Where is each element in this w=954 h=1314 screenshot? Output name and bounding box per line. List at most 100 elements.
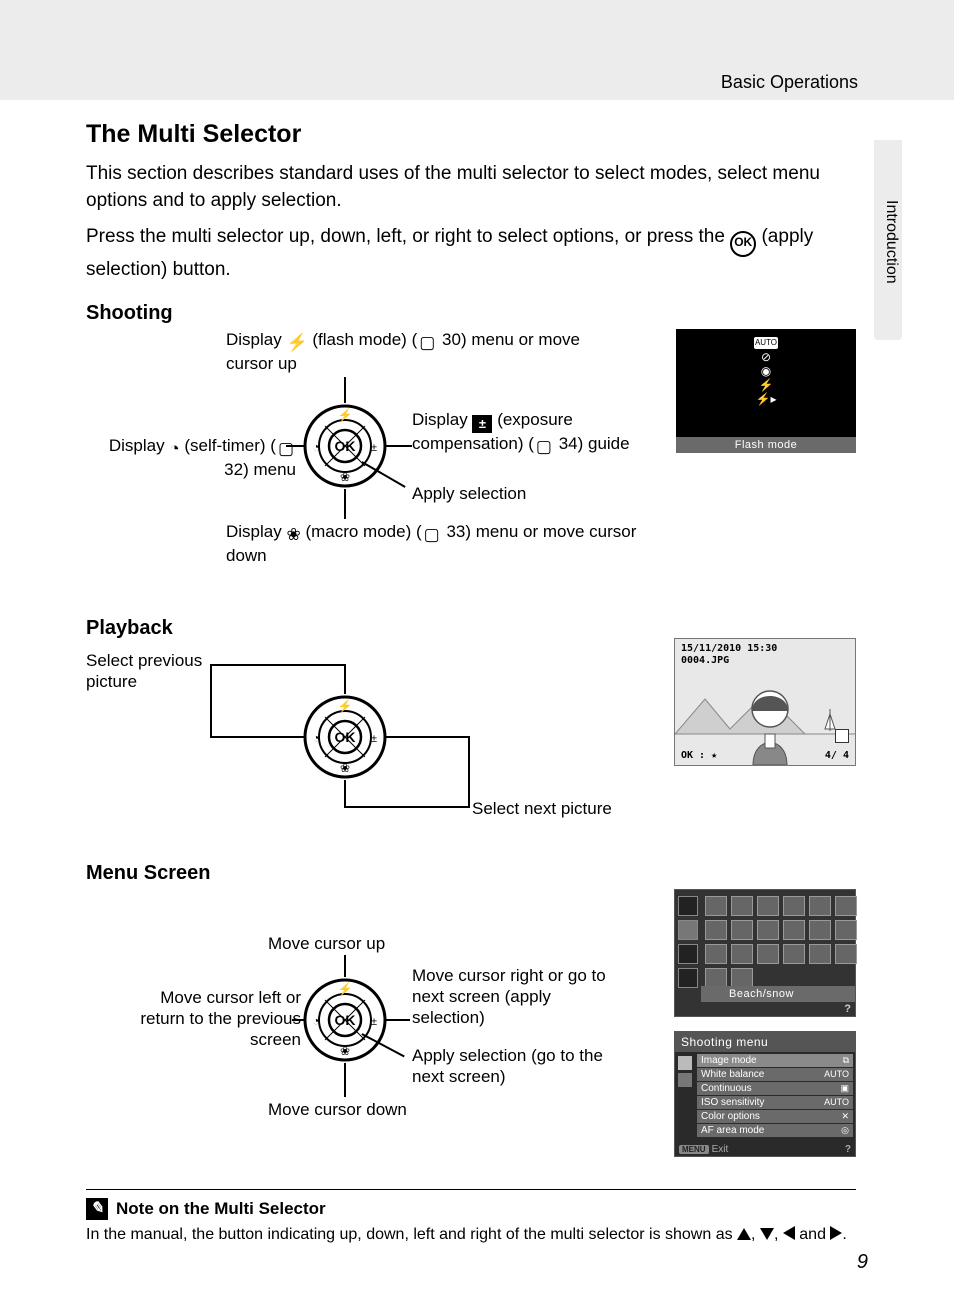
- menu-row: Image mode ⧉: [697, 1054, 853, 1067]
- tab-shooting-icon: [678, 896, 698, 916]
- callout-apply-selection: Apply selection: [412, 483, 526, 504]
- tab-movie-icon: [678, 968, 698, 988]
- menu-row-value: ✕: [841, 1111, 849, 1122]
- svg-text:⚡: ⚡: [338, 408, 353, 422]
- side-tab-label: Introduction: [882, 200, 900, 284]
- svg-text:±: ±: [371, 1016, 377, 1028]
- scene-icon: [783, 896, 805, 916]
- scene-icon: [835, 944, 857, 964]
- menu-row: ISO sensitivityAUTO: [697, 1096, 853, 1109]
- leader: [344, 780, 346, 808]
- macro-icon: ❀: [286, 524, 300, 545]
- txt: Display: [226, 330, 286, 349]
- menu-row-label: Color options: [701, 1111, 760, 1122]
- txt: ,: [774, 1226, 783, 1243]
- menu-row: Color options ✕: [697, 1110, 853, 1123]
- triangle-left-icon: [783, 1226, 795, 1240]
- playback-date: 15/11/2010 15:30: [681, 643, 777, 654]
- shooting-menu-title: Shooting menu: [675, 1032, 855, 1052]
- menu-row-value: ⧉: [843, 1055, 849, 1066]
- leader: [344, 1063, 346, 1097]
- intro2-pre: Press the multi selector up, down, left,…: [86, 226, 730, 247]
- scene-icon: [705, 944, 727, 964]
- menu-row-value: ◎: [841, 1125, 849, 1136]
- book-icon: ▢: [424, 524, 440, 545]
- scene-icon: [835, 920, 857, 940]
- menu-row: AF area mode ◎: [697, 1124, 853, 1137]
- callout-select-previous: Select previous picture: [86, 650, 236, 693]
- scene-icon: [835, 896, 857, 916]
- txt: (macro mode) (: [301, 522, 422, 541]
- tab-setup-icon: [678, 1073, 692, 1087]
- menu-row-value: AUTO: [824, 1069, 849, 1079]
- flash-icon: ⚡: [286, 332, 307, 353]
- txt: Display: [109, 436, 169, 455]
- txt: Display: [412, 410, 472, 429]
- scene-icon: [731, 968, 753, 988]
- leader: [344, 806, 470, 808]
- svg-text:◔: ◔: [312, 731, 319, 745]
- section-label: Basic Operations: [721, 72, 858, 93]
- self-timer-icon: ◔: [169, 438, 179, 459]
- svg-text:±: ±: [371, 733, 377, 745]
- leader: [344, 664, 346, 694]
- scene-icon: [809, 920, 831, 940]
- playback-filename: 0004.JPG: [681, 655, 729, 666]
- callout-shooting-right: Display ± (exposure compensation) (▢ 34)…: [412, 409, 642, 457]
- heading-menu-screen: Menu Screen: [86, 862, 856, 885]
- playback-frame-count: 4/ 4: [825, 750, 849, 761]
- scene-icon: [783, 920, 805, 940]
- txt: .: [842, 1226, 846, 1243]
- callout-move-up: Move cursor up: [268, 933, 385, 954]
- scene-icon: [757, 920, 779, 940]
- menu-row: Continuous▣: [697, 1082, 853, 1095]
- help-icon: ?: [844, 1003, 851, 1015]
- ref: 30: [442, 330, 461, 349]
- scene-icon: [705, 968, 727, 988]
- txt: (self-timer) (: [180, 436, 276, 455]
- note-icon: ✎: [86, 1198, 108, 1220]
- scene-icon: [757, 944, 779, 964]
- flash-on-icon: ⚡: [759, 379, 774, 391]
- menu-row-label: White balance: [701, 1069, 764, 1080]
- leader: [344, 955, 346, 977]
- exit-text: Exit: [712, 1144, 729, 1155]
- menu-row-label: Image mode: [701, 1055, 757, 1066]
- callout-shooting-down: Display ❀ (macro mode) (▢ 33) menu or mo…: [226, 521, 646, 567]
- menu-row-label: AF area mode: [701, 1125, 764, 1136]
- scene-icon: [705, 920, 727, 940]
- callout-shooting-left: Display ◔ (self-timer) (▢ 32) menu: [86, 435, 296, 481]
- note-title: Note on the Multi Selector: [116, 1199, 326, 1219]
- page-number: 9: [857, 1251, 868, 1274]
- intro-paragraph-1: This section describes standard uses of …: [86, 161, 856, 214]
- book-icon: ▢: [536, 436, 552, 457]
- ref: 33: [446, 522, 465, 541]
- txt: ,: [751, 1226, 760, 1243]
- callout-move-right: Move cursor right or go to next screen (…: [412, 965, 622, 1029]
- scene-icon: [705, 896, 727, 916]
- menu-row-value: ▣: [840, 1083, 849, 1094]
- menu-row-label: ISO sensitivity: [701, 1097, 764, 1108]
- txt: Display: [226, 522, 286, 541]
- help-icon: ?: [845, 1144, 851, 1155]
- scene-icon: [809, 944, 831, 964]
- leader: [386, 736, 470, 738]
- leader: [386, 445, 412, 447]
- scene-icon: [731, 920, 753, 940]
- page-title: The Multi Selector: [86, 120, 856, 149]
- svg-text:⚡: ⚡: [338, 699, 353, 713]
- scene-icon: [731, 944, 753, 964]
- flash-off-icon: ⊘: [761, 351, 771, 363]
- svg-text:❀: ❀: [340, 1044, 350, 1058]
- playback-ok-star: OK : ★: [681, 750, 717, 761]
- leader: [386, 1019, 410, 1021]
- edit-icon: [835, 729, 849, 743]
- tab-scene-icon: [678, 920, 698, 940]
- triangle-up-icon: [737, 1228, 751, 1240]
- svg-text:❀: ❀: [340, 761, 350, 775]
- heading-playback: Playback: [86, 617, 856, 640]
- txt: ) menu: [243, 460, 296, 479]
- ref: 32: [224, 460, 243, 479]
- scene-icon: [757, 896, 779, 916]
- callout-select-next: Select next picture: [472, 798, 612, 819]
